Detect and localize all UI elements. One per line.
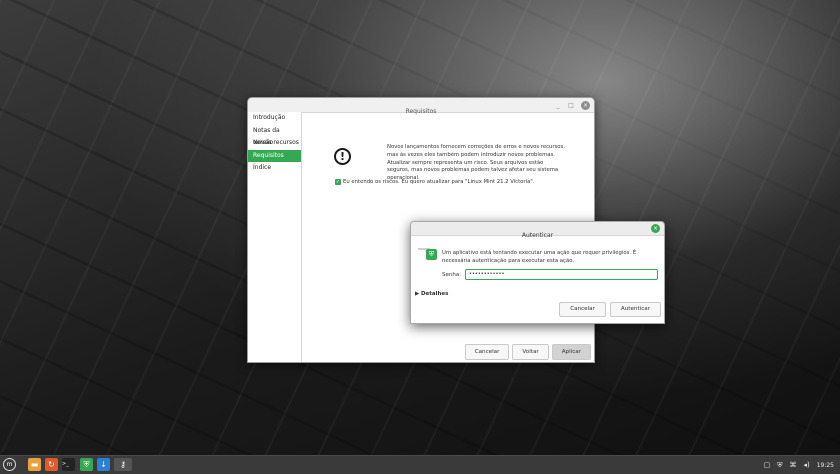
warning-text: Novos lançamentos fornecem correções de … (387, 144, 565, 182)
titlebar: Requisitos _ □ × (248, 98, 594, 115)
shield-icon: ⛨ (426, 249, 437, 260)
authenticate-button[interactable]: Autenticar (609, 302, 661, 317)
password-label: Senha: (442, 272, 462, 278)
agree-row[interactable]: ✓ Eu entendo os riscos. Eu quero atualiz… (335, 179, 534, 185)
shield-app-icon[interactable]: ⛨ (80, 458, 93, 471)
auth-cancel-button[interactable]: Cancelar (559, 302, 606, 317)
auth-dialog: Autenticar × ⛨ Um aplicativo está tentan… (410, 221, 665, 324)
window-list-icon[interactable]: ▢ (764, 461, 771, 469)
details-label[interactable]: Detalhes (421, 291, 448, 297)
auth-title: Autenticar (521, 232, 554, 239)
sidebar-item-requisitos[interactable]: Requisitos (248, 149, 301, 162)
auth-message: Um aplicativo está tentando executar uma… (442, 250, 637, 264)
volume-icon[interactable]: ◂) (803, 461, 809, 469)
triangle-right-icon: ▶ (415, 291, 420, 297)
apply-button[interactable]: Aplicar (551, 344, 591, 360)
details-expander[interactable]: ▶ Detalhes (415, 291, 448, 297)
maximize-button[interactable]: □ (568, 102, 574, 109)
mint-menu-icon[interactable]: m (3, 458, 16, 471)
auth-close-button[interactable]: × (651, 224, 660, 233)
password-input[interactable]: •••••••••••• (465, 269, 658, 280)
update-manager-icon[interactable]: ↻ (45, 458, 58, 471)
sidebar: Introdução Notas da versão Novos recurso… (248, 112, 302, 362)
clock[interactable]: 19:25 (817, 462, 834, 469)
sidebar-item-introducao[interactable]: Introdução (248, 112, 301, 125)
close-button[interactable]: × (581, 100, 590, 110)
agree-label[interactable]: Eu entendo os riscos. Eu quero atualizar… (343, 179, 534, 185)
key-icon[interactable]: ⚷ (114, 458, 132, 471)
cancel-button[interactable]: Cancelar (464, 344, 510, 360)
agree-checkbox[interactable]: ✓ (335, 179, 341, 185)
terminal-icon[interactable]: >_ (62, 458, 75, 471)
back-button[interactable]: Voltar (512, 344, 549, 360)
folder-icon[interactable]: ▬ (28, 458, 41, 471)
sidebar-item-novos-recursos[interactable]: Novos recursos (248, 137, 301, 150)
network-icon[interactable]: ⌘ (789, 461, 796, 469)
auth-titlebar: Autenticar × (411, 222, 664, 239)
sidebar-item-notas[interactable]: Notas da versão (248, 125, 301, 147)
download-icon[interactable]: ↓ (97, 458, 110, 471)
warning-icon: ! (334, 148, 351, 165)
sidebar-item-indice[interactable]: Índice (248, 162, 301, 175)
taskbar: m ▬ ↻ >_ ⛨ ↓ ⚷ ▢ ⛨ ⌘ ◂) 19:25 (0, 455, 840, 474)
shield-tray-icon[interactable]: ⛨ (777, 461, 782, 470)
minimize-button[interactable]: _ (555, 102, 561, 109)
